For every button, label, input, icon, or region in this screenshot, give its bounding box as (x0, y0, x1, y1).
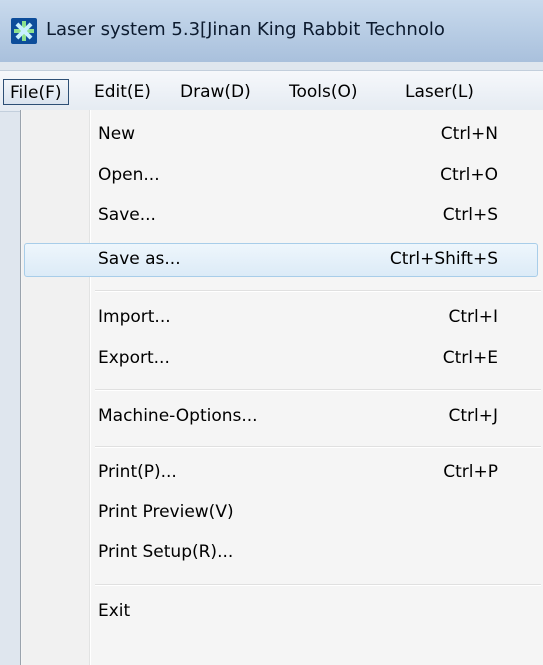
menu-item-save-as[interactable]: Save as... Ctrl+Shift+S (24, 243, 538, 277)
menubar: File(F) Edit(E) Draw(D) Tools(O) Laser(L… (0, 70, 543, 112)
menu-item-label: Print(P)... (98, 462, 177, 482)
menu-item-shortcut: Ctrl+I (448, 307, 498, 327)
menu-item-label: New (98, 124, 136, 144)
menu-item-shortcut: Ctrl+E (442, 348, 498, 368)
menu-item-label: Print Preview(V) (98, 502, 234, 522)
menu-item-print-preview[interactable]: Print Preview(V) (24, 496, 538, 530)
menu-item-open[interactable]: Open... Ctrl+O (24, 159, 538, 193)
menu-item-shortcut: Ctrl+N (440, 124, 498, 144)
menu-item-label: Exit (98, 601, 131, 621)
menu-separator (95, 446, 541, 448)
menu-item-exit[interactable]: Exit (24, 595, 538, 629)
menu-item-machine-options[interactable]: Machine-Options... Ctrl+J (24, 400, 538, 434)
menu-item-shortcut: Ctrl+J (448, 406, 498, 426)
menu-item-shortcut: Ctrl+S (442, 205, 498, 225)
menu-laser[interactable]: Laser(L) (399, 79, 480, 105)
menu-item-label: Print Setup(R)... (98, 542, 234, 562)
menu-item-label: Save... (98, 205, 156, 225)
menu-item-shortcut: Ctrl+P (443, 462, 498, 482)
menu-icon-gutter (22, 110, 89, 665)
menu-edit[interactable]: Edit(E) (88, 79, 157, 105)
file-menu-dropdown: New Ctrl+N Open... Ctrl+O Save... Ctrl+S… (20, 110, 543, 665)
menu-item-label: Machine-Options... (98, 406, 258, 426)
menu-item-label: Import... (98, 307, 171, 327)
menu-item-label: Save as... (98, 249, 181, 269)
menu-item-label: Export... (98, 348, 170, 368)
menu-file[interactable]: File(F) (3, 79, 69, 105)
menu-item-save[interactable]: Save... Ctrl+S (24, 199, 538, 233)
menu-item-new[interactable]: New Ctrl+N (24, 118, 538, 152)
menu-item-shortcut: Ctrl+Shift+S (389, 249, 498, 269)
menu-separator (95, 290, 541, 292)
menu-item-shortcut: Ctrl+O (440, 165, 498, 185)
menu-item-print[interactable]: Print(P)... Ctrl+P (24, 456, 538, 490)
menu-separator (95, 584, 541, 586)
menu-item-label: Open... (98, 165, 160, 185)
menu-tools[interactable]: Tools(O) (283, 79, 364, 105)
menu-gutter-divider-highlight (90, 110, 91, 665)
window-title: Laser system 5.3[Jinan King Rabbit Techn… (46, 19, 445, 40)
menu-item-print-setup[interactable]: Print Setup(R)... (24, 536, 538, 570)
window-titlebar: Laser system 5.3[Jinan King Rabbit Techn… (0, 0, 543, 62)
menu-draw[interactable]: Draw(D) (174, 79, 257, 105)
menu-item-export[interactable]: Export... Ctrl+E (24, 342, 538, 376)
app-logo-icon[interactable] (11, 18, 37, 44)
menu-item-import[interactable]: Import... Ctrl+I (24, 301, 538, 335)
menu-separator (95, 389, 541, 391)
